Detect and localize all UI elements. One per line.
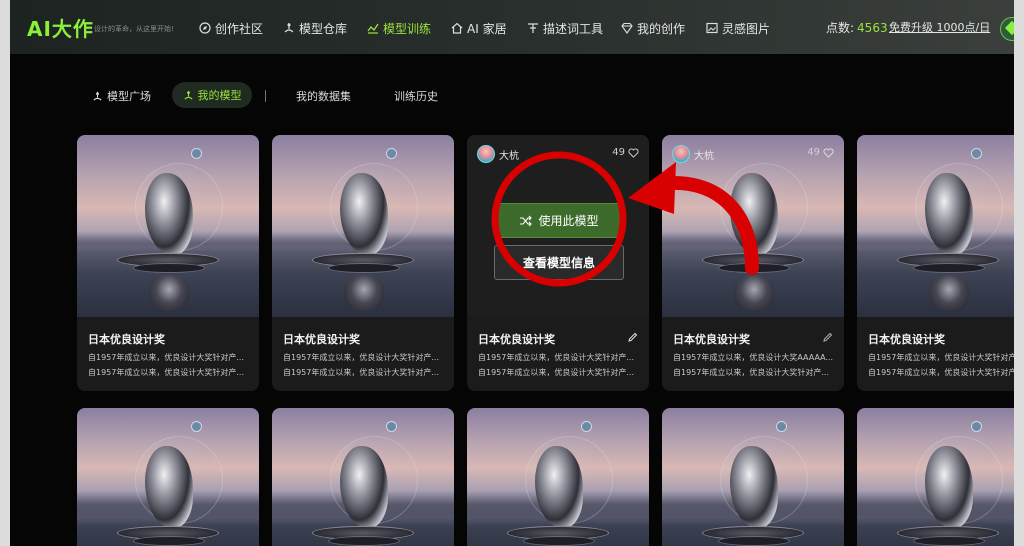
nav-item-my-creations[interactable]: 我的创作 xyxy=(621,19,685,37)
card-title: 日本优良设计奖 xyxy=(88,333,165,346)
nav-label: 创作社区 xyxy=(215,21,264,36)
tab-label: 我的数据集 xyxy=(296,90,351,103)
tab-label: 我的模型 xyxy=(197,89,242,102)
nav-item-model-training[interactable]: 模型训练 xyxy=(367,19,431,37)
model-cover-image xyxy=(272,408,454,546)
card-description: 自1957年成立以来，优良设计大奖针对产... xyxy=(88,353,244,362)
points-label: 点数: xyxy=(826,21,855,35)
tab-my-models[interactable]: 我的模型 xyxy=(172,82,252,108)
pen-tool-icon xyxy=(527,22,539,34)
heart-icon xyxy=(628,147,639,158)
card-author[interactable]: 大杭 xyxy=(672,145,714,163)
avatar xyxy=(672,145,690,163)
nav-label: 模型仓库 xyxy=(299,21,348,36)
gem-icon xyxy=(621,22,633,34)
tab-divider xyxy=(265,90,266,102)
avatar xyxy=(477,145,495,163)
card-description: 自1957年成立以来，优良设计大奖针对产... xyxy=(673,368,829,377)
likes[interactable]: 49 xyxy=(612,147,639,158)
card-title: 日本优良设计奖 xyxy=(478,333,555,346)
view-model-info-button[interactable]: 查看模型信息 xyxy=(494,245,624,280)
model-icon xyxy=(183,90,194,101)
nav-label: 描述词工具 xyxy=(543,21,604,36)
model-card-hovered[interactable]: 大杭 49 使用此模型 查看模型信息 日本优良设计奖 自1957年成立以来，优良… xyxy=(467,135,649,391)
tab-training-history[interactable]: 训练历史 xyxy=(394,88,438,104)
likes-count: 49 xyxy=(612,147,625,158)
points-value: 4563 xyxy=(857,21,888,35)
model-cover-image xyxy=(272,135,454,317)
logo[interactable]: AI大作 xyxy=(27,13,94,42)
nav-label: 灵感图片 xyxy=(722,21,771,36)
nav-item-model-repo[interactable]: 模型仓库 xyxy=(283,19,347,37)
likes[interactable]: 49 xyxy=(807,147,834,158)
model-card[interactable] xyxy=(272,408,454,546)
tab-label: 训练历史 xyxy=(394,90,438,103)
model-icon xyxy=(92,91,103,102)
card-description: 自1957年成立以来，优良设计大奖针对产... xyxy=(283,353,439,362)
house-icon xyxy=(451,22,463,34)
vip-gem-icon[interactable] xyxy=(1000,17,1014,41)
nav-item-ai-home[interactable]: AI 家居 xyxy=(451,19,507,37)
model-card[interactable]: 日本优良设计奖 自1957年成立以来，优良设计大奖针对产... 自1957年成立… xyxy=(77,135,259,391)
tab-my-datasets[interactable]: 我的数据集 xyxy=(296,88,351,104)
nav-item-inspiration-images[interactable]: 灵感图片 xyxy=(706,19,770,37)
card-title: 日本优良设计奖 xyxy=(673,333,750,346)
model-card[interactable] xyxy=(467,408,649,546)
model-card[interactable] xyxy=(77,408,259,546)
nav-item-prompt-tool[interactable]: 描述词工具 xyxy=(527,19,603,37)
training-icon xyxy=(367,22,379,34)
nav-label: AI 家居 xyxy=(467,21,507,36)
card-title: 日本优良设计奖 xyxy=(868,333,945,346)
card-description: 自1957年成立以来，优良设计大奖针对产... xyxy=(88,368,244,377)
edit-pencil-icon[interactable] xyxy=(822,332,833,343)
model-card[interactable]: 大杭 49 日本优良设计奖 自1957年成立以来，优良设计大奖AAAAA... … xyxy=(662,135,844,391)
author-name: 大杭 xyxy=(694,150,714,162)
heart-icon xyxy=(823,147,834,158)
model-icon xyxy=(283,22,295,34)
card-description: 自1957年成立以来，优良设计大奖AAAAA... xyxy=(673,353,833,362)
likes-count: 49 xyxy=(807,147,820,158)
nav-label: 模型训练 xyxy=(383,21,432,36)
model-cover-image xyxy=(662,408,844,546)
top-navigation-bar: AI大作 设计的革命，从这里开始! 创作社区 模型仓库 模型训练 AI 家居 描… xyxy=(10,0,1014,54)
model-cover-image xyxy=(857,408,1014,546)
use-model-button[interactable]: 使用此模型 xyxy=(494,203,624,238)
card-description: 自1957年成立以来，优良设计大奖针对产... xyxy=(868,353,1014,362)
app-window: AI大作 设计的革命，从这里开始! 创作社区 模型仓库 模型训练 AI 家居 描… xyxy=(10,0,1014,546)
model-cover-image xyxy=(77,135,259,317)
card-description: 自1957年成立以来，优良设计大奖针对产... xyxy=(478,368,634,377)
free-upgrade-link[interactable]: 免费升级 1000点/日 xyxy=(889,19,990,35)
model-card[interactable] xyxy=(857,408,1014,546)
model-card[interactable]: 日本优良设计奖 自1957年成立以来，优良设计大奖针对产... 自1957年成立… xyxy=(857,135,1014,391)
model-card[interactable] xyxy=(662,408,844,546)
card-hover-panel: 大杭 49 使用此模型 查看模型信息 xyxy=(467,135,649,317)
compass-icon xyxy=(199,22,211,34)
shuffle-icon xyxy=(519,215,533,227)
slogan: 设计的革命，从这里开始! xyxy=(94,25,174,33)
card-author[interactable]: 大杭 xyxy=(477,145,519,163)
edit-pencil-icon[interactable] xyxy=(627,332,638,343)
model-card[interactable]: 日本优良设计奖 自1957年成立以来，优良设计大奖针对产... 自1957年成立… xyxy=(272,135,454,391)
model-cover-image xyxy=(467,408,649,546)
card-description: 自1957年成立以来，优良设计大奖针对产... xyxy=(868,368,1014,377)
card-description: 自1957年成立以来，优良设计大奖针对产... xyxy=(283,368,439,377)
points-display: 点数: 4563 xyxy=(826,19,888,36)
model-cover-image xyxy=(857,135,1014,317)
nav-item-community[interactable]: 创作社区 xyxy=(199,19,263,37)
author-name: 大杭 xyxy=(499,150,519,162)
card-title: 日本优良设计奖 xyxy=(283,333,360,346)
use-model-label: 使用此模型 xyxy=(538,214,599,228)
image-icon xyxy=(706,22,718,34)
card-description: 自1957年成立以来，优良设计大奖针对产... xyxy=(478,353,634,362)
tab-model-plaza[interactable]: 模型广场 xyxy=(92,88,151,104)
model-cover-image xyxy=(77,408,259,546)
nav-label: 我的创作 xyxy=(637,21,686,36)
tab-label: 模型广场 xyxy=(107,90,151,103)
